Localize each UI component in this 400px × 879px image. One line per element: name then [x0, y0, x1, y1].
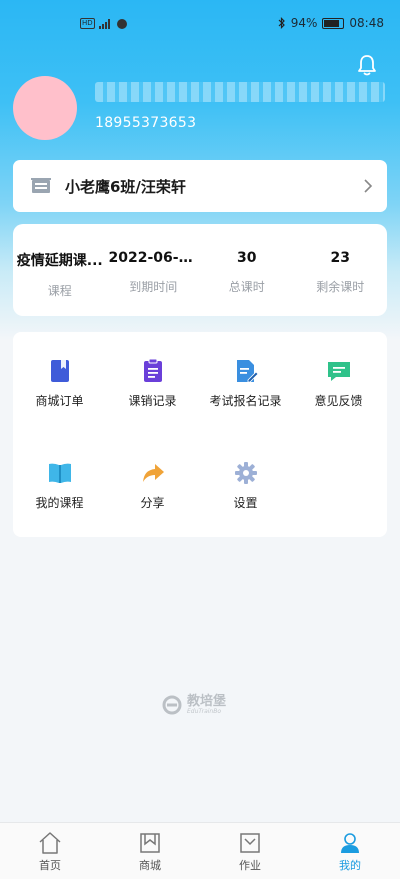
chevron-right-icon — [364, 179, 373, 193]
status-left: HD — [80, 18, 127, 29]
bottom-tab-bar: 首页 商城 作业 我的 — [0, 822, 400, 879]
stats-card: 疫情延期课... 课程 2022-06-26 到期时间 30 总课时 23 剩余… — [13, 224, 387, 316]
menu-item-settings[interactable]: 设置 — [199, 460, 292, 511]
stat-label: 剩余课时 — [316, 280, 365, 294]
menu-label: 考试报名记录 — [209, 394, 282, 408]
signal-icon — [98, 18, 110, 29]
network-badge: HD — [80, 18, 95, 29]
stat-value: 2022-06-26 — [108, 250, 199, 266]
stat-label: 总课时 — [228, 280, 265, 294]
stat-course[interactable]: 疫情延期课... 课程 — [13, 224, 107, 316]
bluetooth-icon — [278, 17, 285, 29]
tab-home[interactable]: 首页 — [0, 823, 100, 879]
phone-number: 18955373653 — [95, 115, 197, 131]
tab-homework[interactable]: 作业 — [200, 823, 300, 879]
menu-item-mall-orders[interactable]: 商城订单 — [13, 358, 106, 409]
classroom-icon — [31, 178, 51, 193]
menu-item-exam-records[interactable]: 考试报名记录 — [199, 358, 292, 409]
gear-icon — [234, 462, 257, 484]
menu-item-my-courses[interactable]: 我的课程 — [13, 460, 106, 511]
menu-item-lesson-records[interactable]: 课销记录 — [106, 358, 199, 409]
menu-item-feedback[interactable]: 意见反馈 — [292, 358, 385, 409]
battery-icon — [322, 17, 345, 29]
avatar[interactable] — [13, 76, 77, 140]
stat-label: 到期时间 — [129, 280, 178, 294]
stat-value: 30 — [237, 250, 257, 266]
menu-item-share[interactable]: 分享 — [106, 460, 199, 511]
tab-shop[interactable]: 商城 — [100, 823, 200, 879]
home-icon — [39, 832, 61, 854]
stat-label: 课程 — [47, 284, 72, 298]
stat-remaining-hours: 23 剩余课时 — [294, 224, 388, 316]
shop-icon — [140, 833, 160, 853]
battery-percent: 94% — [290, 16, 318, 30]
stat-value: 疫情延期课... — [16, 253, 103, 269]
tab-mine[interactable]: 我的 — [300, 823, 400, 879]
clipboard-icon — [143, 358, 162, 382]
menu-label: 分享 — [140, 496, 165, 510]
status-right: 94% 08:48 — [278, 16, 384, 30]
class-card[interactable]: 小老鹰6班/汪荣轩 — [13, 160, 387, 212]
bell-icon[interactable] — [354, 52, 380, 78]
menu-grid: 商城订单 课销记录 考试报名记录 意见反馈 我的课程 分享 设置 — [13, 332, 387, 537]
status-time: 08:48 — [349, 16, 384, 30]
logo-name: 教培堡 — [187, 693, 227, 709]
stat-value: 23 — [330, 250, 350, 266]
class-label: 小老鹰6班/汪荣轩 — [65, 177, 186, 196]
menu-label: 意见反馈 — [314, 394, 363, 408]
menu-label: 我的课程 — [35, 496, 84, 510]
menu-label: 商城订单 — [35, 394, 84, 408]
tab-label: 商城 — [139, 859, 161, 872]
tab-label: 作业 — [239, 859, 261, 872]
document-edit-icon — [236, 360, 259, 383]
brand-logo: 教培堡 EduTrainBo — [161, 695, 226, 715]
user-icon — [341, 833, 359, 853]
book-icon — [50, 360, 69, 382]
tab-label: 首页 — [39, 859, 61, 872]
share-icon — [142, 464, 164, 482]
homework-icon — [240, 833, 260, 853]
username-redacted — [95, 82, 385, 102]
vpn-icon — [116, 18, 127, 29]
tab-label: 我的 — [339, 859, 361, 872]
chat-icon — [327, 362, 350, 381]
logo-mark-icon — [162, 695, 182, 715]
status-bar: HD 94% 08:48 — [0, 0, 400, 50]
logo-subtitle: EduTrainBo — [187, 707, 222, 715]
stat-total-hours: 30 总课时 — [200, 224, 294, 316]
open-book-icon — [48, 463, 71, 483]
menu-label: 课销记录 — [128, 394, 177, 408]
menu-label: 设置 — [233, 496, 258, 510]
stat-expiry: 2022-06-26 到期时间 — [107, 224, 201, 316]
